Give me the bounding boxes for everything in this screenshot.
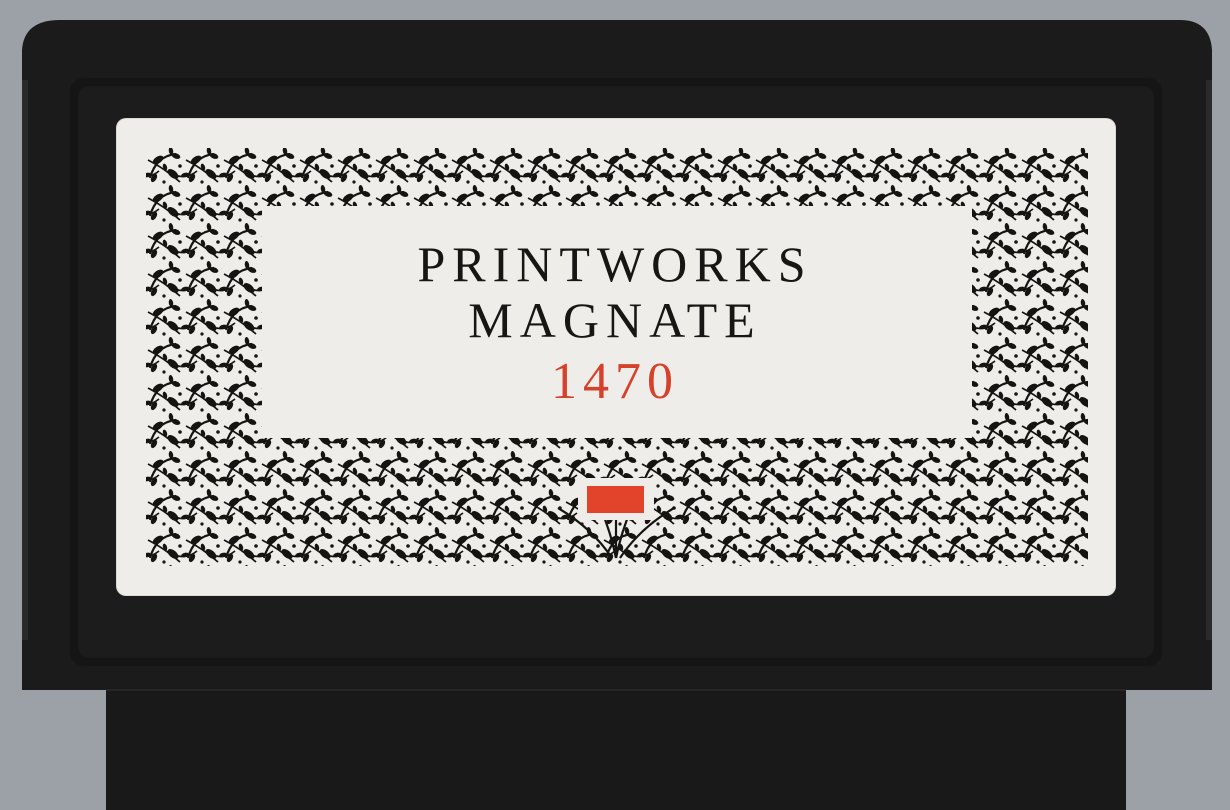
game-year: 1470 — [551, 353, 679, 410]
title-block: PRINTWORKS MAGNATE 1470 — [262, 206, 968, 432]
red-rectangle-icon — [587, 486, 644, 513]
game-title-line-1: PRINTWORKS — [417, 236, 813, 292]
game-title-line-2: MAGNATE — [468, 292, 762, 348]
cartridge-scene: PRINTWORKS MAGNATE 1470 — [0, 0, 1230, 810]
